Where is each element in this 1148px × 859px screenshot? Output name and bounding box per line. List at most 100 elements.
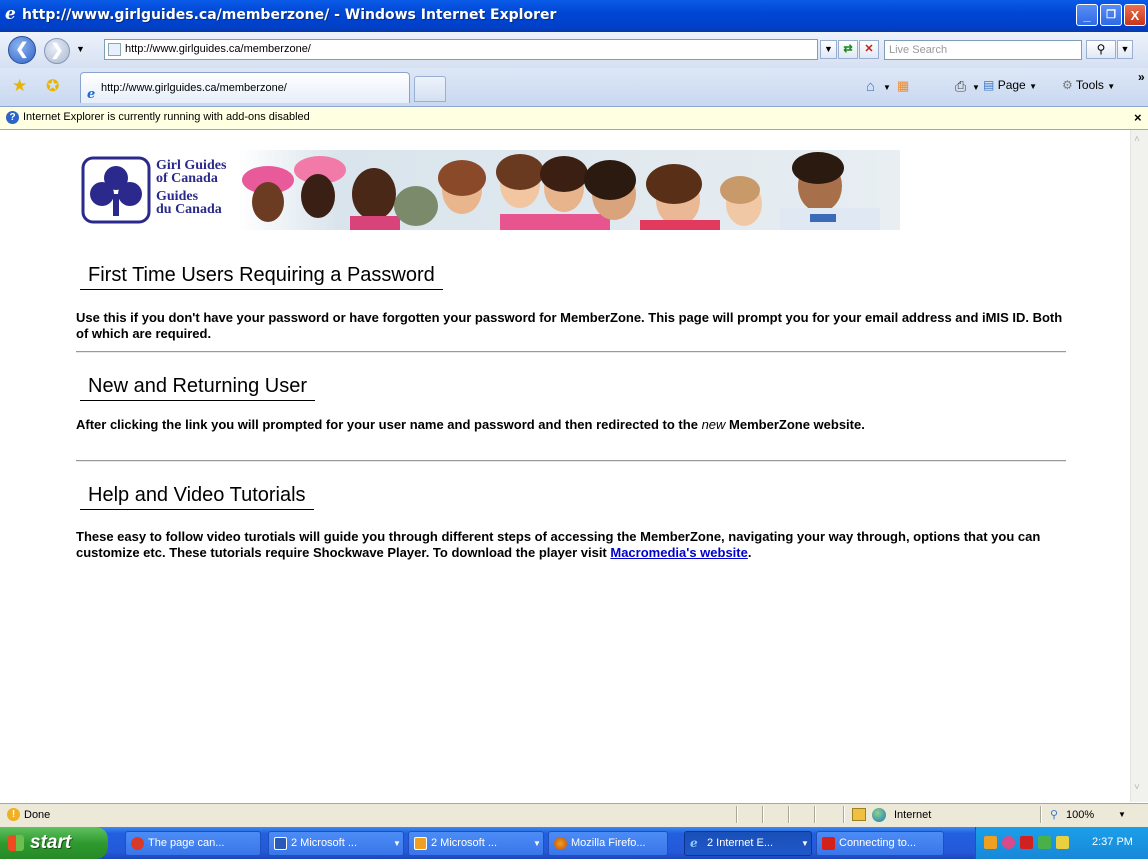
search-input[interactable]: Live Search — [884, 40, 1082, 60]
taskbar-item-acrobat[interactable]: Connecting to... — [816, 831, 944, 856]
print-icon[interactable]: ⎙ — [955, 78, 966, 95]
start-label: start — [30, 832, 72, 853]
group-dropdown-icon: ▼ — [393, 839, 401, 848]
page-menu-dropdown-icon: ▼ — [1029, 82, 1037, 91]
zoom-dropdown-icon[interactable]: ▼ — [1118, 804, 1126, 826]
section-divider — [76, 351, 1066, 353]
status-divider — [762, 806, 764, 823]
tray-antivirus-icon[interactable] — [1020, 836, 1033, 849]
ie-icon: e — [690, 836, 698, 850]
taskbar-item-label: Mozilla Firefo... — [571, 837, 646, 849]
tab-label: http://www.girlguides.ca/memberzone/ — [101, 82, 287, 94]
back-button[interactable]: ❮ — [8, 36, 36, 64]
section-title-first-time-users[interactable]: First Time Users Requiring a Password — [80, 264, 443, 290]
scroll-down-arrow-icon[interactable]: ˅ — [1134, 782, 1140, 793]
page-menu-label: Page — [997, 78, 1026, 92]
information-bar-text: Internet Explorer is currently running w… — [23, 111, 310, 123]
forward-button[interactable]: ❯ — [44, 38, 70, 64]
taskbar-item-page-error[interactable]: The page can... — [125, 831, 261, 856]
logo-text: Girl Guides of Canada Guides du Canada — [156, 147, 226, 217]
search-button[interactable]: ⚲ — [1086, 40, 1116, 59]
tools-menu-button[interactable]: ⚙ Tools ▼ — [1062, 78, 1115, 92]
favorites-star-icon[interactable]: ★ — [12, 76, 27, 96]
firefox-icon — [554, 837, 567, 850]
new-tab-button[interactable] — [414, 76, 446, 102]
taskbar-item-label: The page can... — [148, 837, 225, 849]
taskbar-item-label: 2 Internet E... — [707, 837, 774, 849]
home-dropdown-icon[interactable]: ▼ — [883, 83, 891, 92]
refresh-button[interactable]: ⇄ — [838, 40, 858, 59]
section-text-first-time-users: Use this if you don't have your password… — [76, 310, 1063, 341]
page-content — [8, 130, 1128, 802]
scroll-up-arrow-icon[interactable]: ˄ — [1134, 134, 1140, 145]
page-icon — [108, 43, 121, 56]
minimize-button[interactable]: _ — [1076, 4, 1098, 26]
info-help-icon: ? — [6, 111, 19, 124]
tools-menu-dropdown-icon: ▼ — [1107, 82, 1116, 91]
chevron-more-icon[interactable]: » — [1138, 70, 1145, 84]
address-dropdown-button[interactable]: ▼ — [820, 40, 837, 59]
tray-network-icon[interactable] — [1038, 836, 1051, 849]
status-bar: ! Done Internet ⚲ 100% ▼ — [0, 803, 1148, 827]
tab-memberzone[interactable]: e http://www.girlguides.ca/memberzone/ — [80, 72, 410, 103]
information-bar-close-icon[interactable]: × — [1134, 107, 1142, 128]
address-input[interactable]: http://www.girlguides.ca/memberzone/ — [104, 39, 818, 60]
tab-ie-icon: e — [87, 87, 96, 102]
page-menu-icon: ▤ — [983, 78, 995, 92]
recent-pages-dropdown-icon[interactable]: ▼ — [76, 44, 85, 54]
taskbar-item-label: Connecting to... — [839, 837, 917, 849]
add-favorites-icon[interactable]: ✪ — [46, 76, 59, 96]
stop-button[interactable]: ✕ — [859, 40, 879, 59]
information-bar[interactable]: ? Internet Explorer is currently running… — [0, 107, 1148, 130]
home-icon[interactable]: ⌂ — [866, 78, 875, 95]
section-divider — [76, 460, 1066, 462]
taskbar-item-label: 2 Microsoft ... — [431, 837, 498, 849]
taskbar-item-outlook[interactable]: 2 Microsoft ... ▼ — [408, 831, 544, 856]
ie-logo-icon: e — [5, 4, 16, 24]
logo-line-4: du Canada — [156, 202, 222, 217]
outlook-icon — [414, 837, 427, 850]
clock[interactable]: 2:37 PM — [1092, 827, 1133, 858]
window-title: http://www.girlguides.ca/memberzone/ - W… — [22, 7, 557, 23]
section-title-new-returning-user[interactable]: New and Returning User — [80, 375, 315, 401]
tray-app-icon[interactable] — [1002, 836, 1015, 849]
taskbar-item-internet-explorer[interactable]: e 2 Internet E... ▼ — [684, 831, 812, 856]
start-button[interactable]: start — [0, 827, 108, 859]
zoom-level[interactable]: 100% — [1066, 804, 1094, 826]
feeds-icon[interactable]: ▦ — [897, 78, 909, 94]
tray-app-icon[interactable] — [1056, 836, 1069, 849]
status-divider — [736, 806, 738, 823]
section-text-help-tutorials: These easy to follow video turotials wil… — [76, 529, 1066, 561]
tools-menu-label: Tools — [1075, 78, 1104, 92]
logo-line-2: of Canada — [156, 171, 218, 186]
status-divider — [788, 806, 790, 823]
close-button[interactable]: X — [1124, 4, 1146, 26]
tray-app-icon[interactable] — [984, 836, 997, 849]
group-dropdown-icon: ▼ — [533, 839, 541, 848]
taskbar-item-firefox[interactable]: Mozilla Firefo... — [548, 831, 668, 856]
status-divider — [843, 806, 845, 823]
taskbar-item-word[interactable]: 2 Microsoft ... ▼ — [268, 831, 404, 856]
section-text-new-returning-user: After clicking the link you will prompte… — [76, 417, 1066, 433]
window-title-bar[interactable]: e http://www.girlguides.ca/memberzone/ -… — [0, 0, 1148, 32]
page-menu-button[interactable]: ▤ Page ▼ — [983, 78, 1037, 92]
header-banner: Girl Guides of Canada Guides du Canada — [80, 150, 900, 230]
restore-button[interactable]: ❐ — [1100, 4, 1122, 26]
macromedia-link[interactable]: Macromedia's website — [610, 545, 747, 560]
new-user-text-start: After clicking the link you will prompte… — [76, 417, 702, 432]
status-divider — [814, 806, 816, 823]
print-dropdown-icon[interactable]: ▼ — [972, 83, 980, 92]
new-user-text-emphasis: new — [701, 417, 726, 432]
help-text: These easy to follow video turotials wil… — [76, 529, 1041, 560]
status-warning-icon: ! — [7, 808, 20, 821]
zoom-magnifier-icon: ⚲ — [1050, 809, 1059, 821]
section-title-help-tutorials[interactable]: Help and Video Tutorials — [80, 484, 314, 510]
new-user-text-end: MemberZone website. — [725, 417, 865, 432]
vertical-scrollbar[interactable]: ˄ ˅ — [1130, 130, 1148, 802]
security-zone-label[interactable]: Internet — [894, 804, 931, 826]
windows-logo-icon — [8, 835, 24, 851]
search-options-dropdown-icon[interactable]: ▼ — [1117, 40, 1133, 59]
taskbar-item-label: 2 Microsoft ... — [291, 837, 358, 849]
protected-mode-icon[interactable] — [852, 808, 866, 821]
acrobat-icon — [822, 837, 835, 850]
